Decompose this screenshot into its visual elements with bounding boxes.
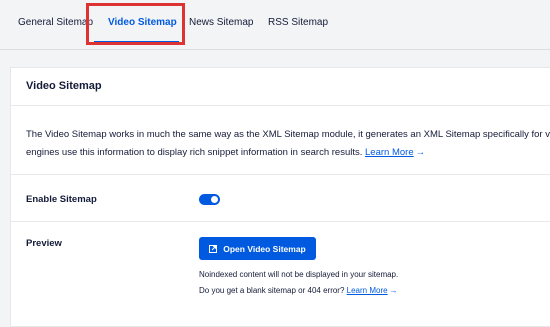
enable-sitemap-toggle[interactable] <box>199 194 220 205</box>
preview-label: Preview <box>26 238 62 249</box>
highlight-box <box>86 3 185 45</box>
arrow-right-icon: → <box>389 286 398 295</box>
description-line-1: The Video Sitemap works in much the same… <box>26 129 550 140</box>
card-title: Video Sitemap <box>26 80 102 92</box>
section-divider <box>11 174 550 175</box>
toggle-knob <box>211 196 218 203</box>
tab-general-sitemap[interactable]: General Sitemap <box>18 17 93 28</box>
preview-learn-more-link[interactable]: Learn More <box>347 286 388 295</box>
tab-bar: General Sitemap Video Sitemap News Sitem… <box>0 0 550 50</box>
description-text: engines use this information to display … <box>26 147 363 158</box>
card-description: The Video Sitemap works in much the same… <box>26 126 550 162</box>
external-link-icon <box>209 244 218 253</box>
open-video-sitemap-button[interactable]: Open Video Sitemap <box>199 237 316 260</box>
description-line-2: engines use this information to display … <box>26 144 550 162</box>
enable-sitemap-label: Enable Sitemap <box>26 194 97 205</box>
learn-more-link[interactable]: Learn More <box>365 147 414 158</box>
tab-news-sitemap[interactable]: News Sitemap <box>189 17 253 28</box>
noindex-note: Noindexed content will not be displayed … <box>199 270 399 279</box>
section-divider <box>11 221 550 222</box>
arrow-right-icon: → <box>415 147 426 158</box>
blank-sitemap-note: Do you get a blank sitemap or 404 error?… <box>199 286 398 295</box>
tabs-divider <box>0 49 550 50</box>
blank-sitemap-question: Do you get a blank sitemap or 404 error? <box>199 286 345 295</box>
open-video-sitemap-label: Open Video Sitemap <box>223 243 306 254</box>
card-header-divider <box>11 105 550 106</box>
tab-rss-sitemap[interactable]: RSS Sitemap <box>268 17 328 28</box>
